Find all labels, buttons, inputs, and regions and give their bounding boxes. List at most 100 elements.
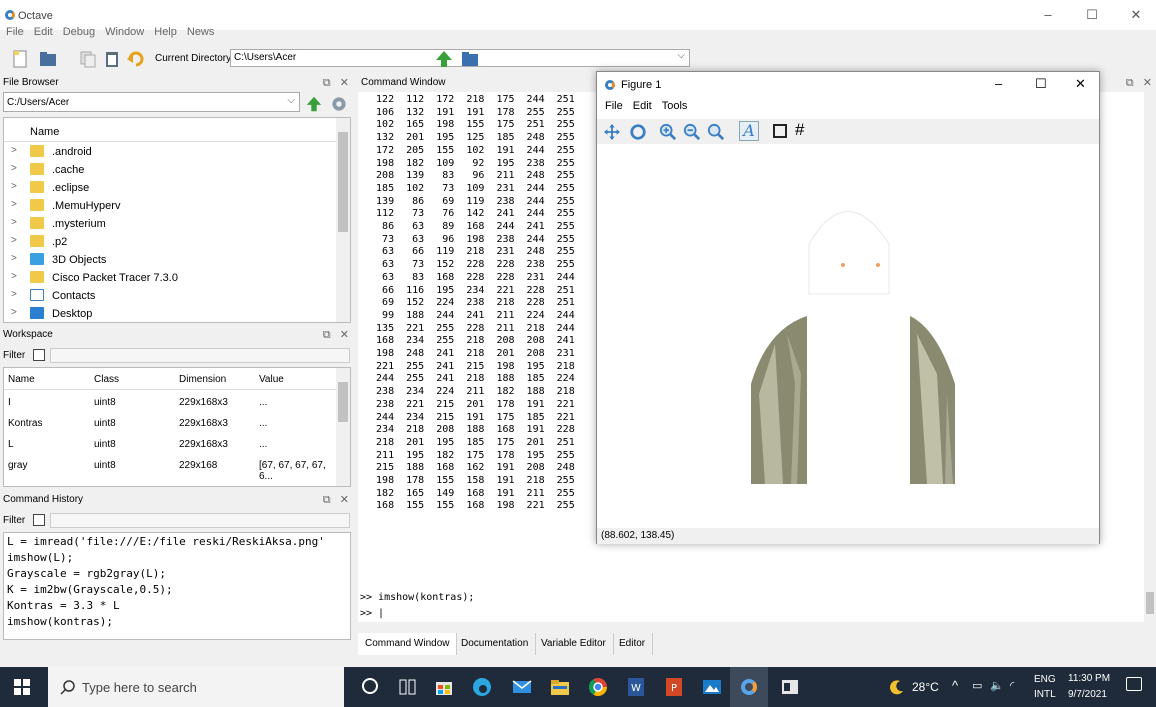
- filter-checkbox[interactable]: [33, 514, 45, 526]
- tray-chevron-icon[interactable]: ^: [952, 678, 958, 693]
- file-list-header[interactable]: Name: [4, 118, 338, 142]
- figure-maximize-button[interactable]: ☐: [1035, 76, 1047, 92]
- name-column-header[interactable]: Name: [30, 126, 59, 138]
- menu-news[interactable]: News: [187, 26, 215, 38]
- weather-temperature[interactable]: 28°C: [912, 680, 939, 694]
- taskbar-search-box[interactable]: Type here to search: [48, 667, 344, 707]
- menu-help[interactable]: Help: [154, 26, 177, 38]
- volume-icon[interactable]: 🔈: [990, 679, 1004, 692]
- chevron-right-icon[interactable]: >: [11, 163, 17, 174]
- weather-icon[interactable]: [888, 678, 906, 696]
- figure-taskbar-icon[interactable]: [778, 675, 802, 699]
- figure-menu-tools[interactable]: Tools: [662, 100, 688, 112]
- command-prompt[interactable]: >> |: [360, 608, 384, 619]
- chevron-right-icon[interactable]: >: [11, 145, 17, 156]
- workspace-row[interactable]: Luint8 229x168x3...: [4, 434, 338, 454]
- panel-controls[interactable]: ⧉ ✕: [1126, 75, 1152, 91]
- browse-folder-icon[interactable]: [460, 49, 480, 69]
- zoom-reset-icon[interactable]: [707, 123, 725, 141]
- file-list-item[interactable]: > .MemuHyperv: [4, 197, 338, 215]
- history-entry[interactable]: imshow(L);: [7, 551, 73, 564]
- octave-taskbar-button[interactable]: [730, 667, 768, 707]
- language-top[interactable]: ENG: [1034, 674, 1056, 685]
- notifications-icon[interactable]: [1126, 677, 1142, 691]
- menu-edit[interactable]: Edit: [34, 26, 53, 38]
- workspace-column-header[interactable]: Value: [259, 374, 284, 385]
- chevron-right-icon[interactable]: >: [11, 271, 17, 282]
- photos-icon[interactable]: [700, 675, 724, 699]
- panel-controls[interactable]: ⧉ ✕: [323, 75, 349, 91]
- box-icon[interactable]: [773, 124, 787, 138]
- file-explorer-icon[interactable]: [548, 675, 572, 699]
- zoom-out-icon[interactable]: [683, 123, 701, 141]
- wifi-icon[interactable]: ◜: [1010, 679, 1014, 692]
- chevron-right-icon[interactable]: >: [11, 181, 17, 192]
- undo-icon[interactable]: [126, 49, 146, 69]
- task-view-icon[interactable]: [396, 675, 420, 699]
- history-entry[interactable]: Kontras = 3.3 * L: [7, 599, 120, 612]
- file-list-item[interactable]: > .cache: [4, 161, 338, 179]
- workspace-column-header[interactable]: Name: [8, 374, 35, 385]
- clock-time[interactable]: 11:30 PM: [1068, 673, 1110, 684]
- rotate-icon[interactable]: [629, 123, 647, 141]
- history-entry[interactable]: L = imread('file:///E:/file reski/ReskiA…: [7, 535, 325, 548]
- edge-icon[interactable]: [470, 675, 494, 699]
- figure-minimize-button[interactable]: –: [995, 76, 1002, 91]
- file-list-item[interactable]: > Contacts: [4, 287, 338, 305]
- workspace-column-header[interactable]: Dimension: [179, 374, 226, 385]
- figure-canvas[interactable]: [597, 144, 1099, 528]
- clock-date[interactable]: 9/7/2021: [1068, 689, 1107, 700]
- store-icon[interactable]: [432, 675, 456, 699]
- cortana-icon[interactable]: [362, 678, 378, 694]
- tab-variable-editor[interactable]: Variable Editor: [534, 633, 614, 655]
- mail-icon[interactable]: [510, 675, 534, 699]
- file-list-item[interactable]: > Cisco Packet Tracer 7.3.0: [4, 269, 338, 287]
- workspace-row[interactable]: Kontras uint8 229x168x3...: [4, 413, 338, 433]
- history-entry[interactable]: Grayscale = rgb2gray(L);: [7, 567, 166, 580]
- language-bottom[interactable]: INTL: [1034, 689, 1056, 700]
- zoom-in-icon[interactable]: [659, 123, 677, 141]
- chevron-right-icon[interactable]: >: [11, 289, 17, 300]
- history-entry[interactable]: K = im2bw(Grayscale,0.5);: [7, 583, 173, 596]
- menu-window[interactable]: Window: [105, 26, 144, 38]
- file-list-scrollbar[interactable]: [336, 118, 350, 322]
- file-list-item[interactable]: > Desktop: [4, 305, 338, 322]
- panel-controls[interactable]: ⧉ ✕: [323, 327, 349, 343]
- file-list-item[interactable]: > .p2: [4, 233, 338, 251]
- workspace-row[interactable]: Iuint8 229x168x3...: [4, 392, 338, 412]
- powerpoint-icon[interactable]: P: [662, 675, 686, 699]
- chevron-right-icon[interactable]: >: [11, 253, 17, 264]
- new-script-icon[interactable]: [10, 49, 30, 69]
- file-list-item[interactable]: > .mysterium: [4, 215, 338, 233]
- chevron-down-icon[interactable]: ⌵: [677, 50, 685, 61]
- file-list-item[interactable]: >3D Objects: [4, 251, 338, 269]
- figure-menu-edit[interactable]: Edit: [633, 100, 652, 112]
- chevron-right-icon[interactable]: >: [11, 217, 17, 228]
- copy-icon[interactable]: [78, 49, 98, 69]
- up-arrow-icon[interactable]: [305, 95, 323, 113]
- word-icon[interactable]: W: [624, 675, 648, 699]
- text-icon[interactable]: A: [739, 121, 759, 141]
- file-list-item[interactable]: > .eclipse: [4, 179, 338, 197]
- close-button[interactable]: ✕: [1118, 5, 1154, 25]
- history-entry[interactable]: imshow(kontras);: [7, 615, 113, 628]
- filter-input[interactable]: [50, 513, 350, 528]
- up-directory-icon[interactable]: [434, 49, 454, 69]
- tab-command-window[interactable]: Command Window: [358, 633, 458, 655]
- maximize-button[interactable]: ☐: [1074, 5, 1110, 25]
- minimize-button[interactable]: –: [1030, 5, 1066, 25]
- tab-editor[interactable]: Editor: [612, 633, 654, 655]
- figure-close-button[interactable]: ✕: [1075, 76, 1086, 92]
- chevron-right-icon[interactable]: >: [11, 235, 17, 246]
- command-window-vscroll[interactable]: [1144, 92, 1156, 622]
- menu-file[interactable]: File: [6, 26, 24, 38]
- file-browser-path-input[interactable]: C:/Users/Acer ⌵: [3, 92, 300, 112]
- workspace-row[interactable]: gray uint8 229x168 [67, 67, 67, 67, 6...: [4, 455, 338, 482]
- menu-debug[interactable]: Debug: [63, 26, 95, 38]
- file-list-item[interactable]: > .android: [4, 143, 338, 161]
- chevron-down-icon[interactable]: ⌵: [287, 95, 295, 106]
- command-window-hscroll[interactable]: [358, 622, 1156, 632]
- chevron-right-icon[interactable]: >: [11, 307, 17, 318]
- tab-documentation[interactable]: Documentation: [454, 633, 537, 655]
- pan-icon[interactable]: [603, 123, 621, 141]
